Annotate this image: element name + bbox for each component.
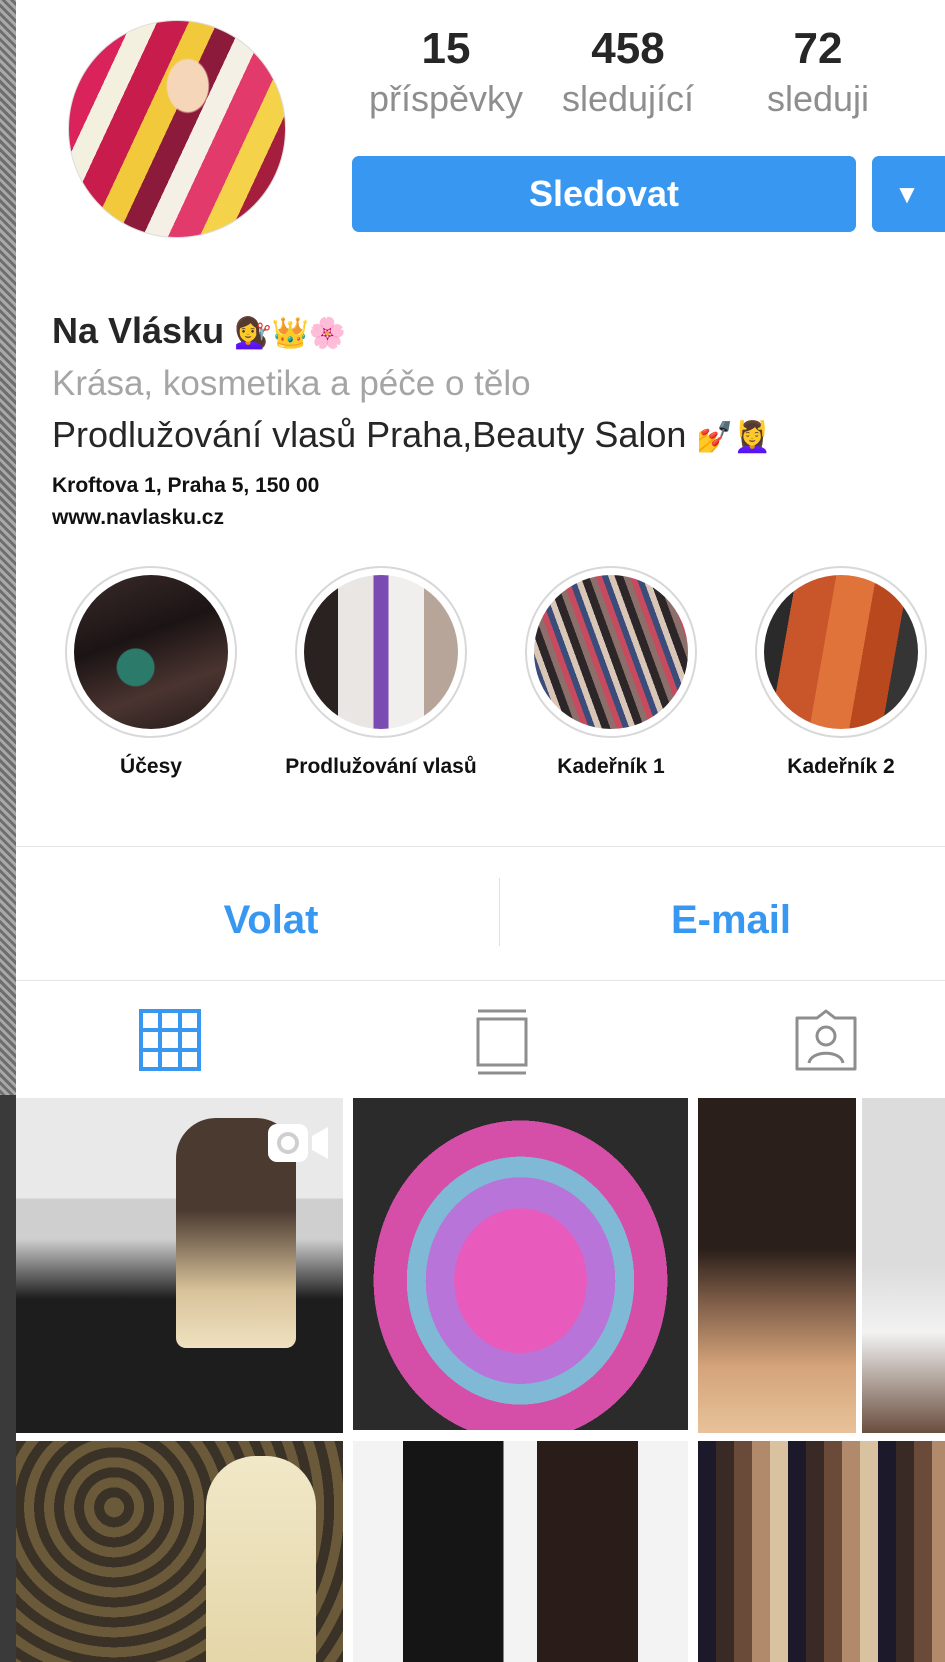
highlight-cover-image — [764, 575, 918, 729]
profile-avatar[interactable] — [68, 20, 286, 238]
grid-icon — [139, 1009, 201, 1071]
highlight-ring — [295, 566, 467, 738]
highlight-kadernik-2[interactable]: Kadeřník 2 — [726, 566, 945, 782]
stat-followers-label: sledující — [561, 78, 695, 119]
highlight-cover-image — [74, 575, 228, 729]
post-thumbnail[interactable] — [353, 1441, 688, 1662]
stat-followers[interactable]: 458 sledující — [528, 22, 728, 122]
action-separator — [499, 878, 500, 946]
call-button[interactable]: Volat — [56, 880, 486, 960]
profile-name: Na Vlásku — [52, 310, 225, 351]
profile-category: Krása, kosmetika a péče o tělo — [52, 364, 531, 403]
highlight-cover-image — [304, 575, 458, 729]
post-thumbnail[interactable] — [353, 1098, 688, 1430]
post-image-content — [206, 1456, 316, 1662]
post-thumbnail[interactable] — [16, 1441, 343, 1662]
stat-following[interactable]: 72 sleduji — [718, 22, 918, 122]
post-thumbnail[interactable] — [698, 1441, 945, 1662]
description-emojis: 💅💆‍♀️ — [696, 421, 772, 454]
post-thumbnail[interactable] — [16, 1098, 343, 1433]
profile-address[interactable]: Kroftova 1, Praha 5, 150 00 — [52, 470, 945, 502]
profile-description: Prodlužování vlasů Praha,Beauty Salon — [52, 414, 687, 455]
tab-tagged[interactable] — [793, 1008, 859, 1077]
profile-name-line: Na Vlásku 💇‍♀️👑🌸 — [52, 306, 945, 359]
left-edge-dark — [0, 1095, 16, 1662]
highlight-ring — [525, 566, 697, 738]
tagged-icon — [795, 1009, 857, 1071]
post-thumbnail[interactable] — [862, 1098, 945, 1433]
name-emojis: 💇‍♀️👑🌸 — [234, 317, 347, 350]
profile-website-link[interactable]: www.navlasku.cz — [52, 502, 945, 534]
stat-posts-label: příspěvky — [368, 78, 524, 119]
highlight-label: Kadeřník 1 — [557, 755, 665, 778]
section-divider — [16, 980, 945, 981]
post-thumbnail[interactable] — [698, 1098, 856, 1433]
highlight-cover-image — [534, 575, 688, 729]
highlight-label: Kadeřník 2 — [787, 755, 895, 778]
suggestions-dropdown-button[interactable]: ▼ — [872, 156, 945, 232]
highlight-ring — [65, 566, 237, 738]
stat-posts-count: 15 — [421, 24, 471, 73]
highlight-label: Prodlužování vlasů — [285, 755, 477, 778]
chevron-down-icon: ▼ — [894, 179, 920, 209]
stat-followers-count: 458 — [591, 24, 665, 73]
highlight-prodluzovani-vlasu[interactable]: Prodlužování vlasů — [266, 566, 496, 782]
highlight-ring — [755, 566, 927, 738]
feed-icon — [476, 1009, 528, 1075]
profile-stats: 15 příspěvky 458 sledující 72 sleduji — [346, 22, 945, 132]
tab-feed[interactable] — [472, 1008, 532, 1081]
stat-following-count: 72 — [793, 24, 843, 73]
video-icon — [268, 1124, 328, 1162]
highlight-kadernik-1[interactable]: Kadeřník 1 — [496, 566, 726, 782]
email-button[interactable]: E-mail — [516, 880, 945, 960]
follow-button[interactable]: Sledovat — [352, 156, 856, 232]
section-divider — [16, 846, 945, 847]
profile-description-line: Prodlužování vlasů Praha,Beauty Salon 💅💆… — [52, 409, 945, 464]
stat-following-label: sleduji — [766, 78, 870, 119]
profile-bio: Na Vlásku 💇‍♀️👑🌸 Krása, kosmetika a péče… — [52, 306, 945, 534]
stat-posts[interactable]: 15 příspěvky — [346, 22, 546, 122]
tab-grid[interactable] — [138, 1008, 202, 1077]
highlight-ucesy[interactable]: Účesy — [36, 566, 266, 782]
profile-page: 15 příspěvky 458 sledující 72 sleduji Sl… — [16, 0, 945, 1662]
highlight-label: Účesy — [120, 755, 182, 778]
